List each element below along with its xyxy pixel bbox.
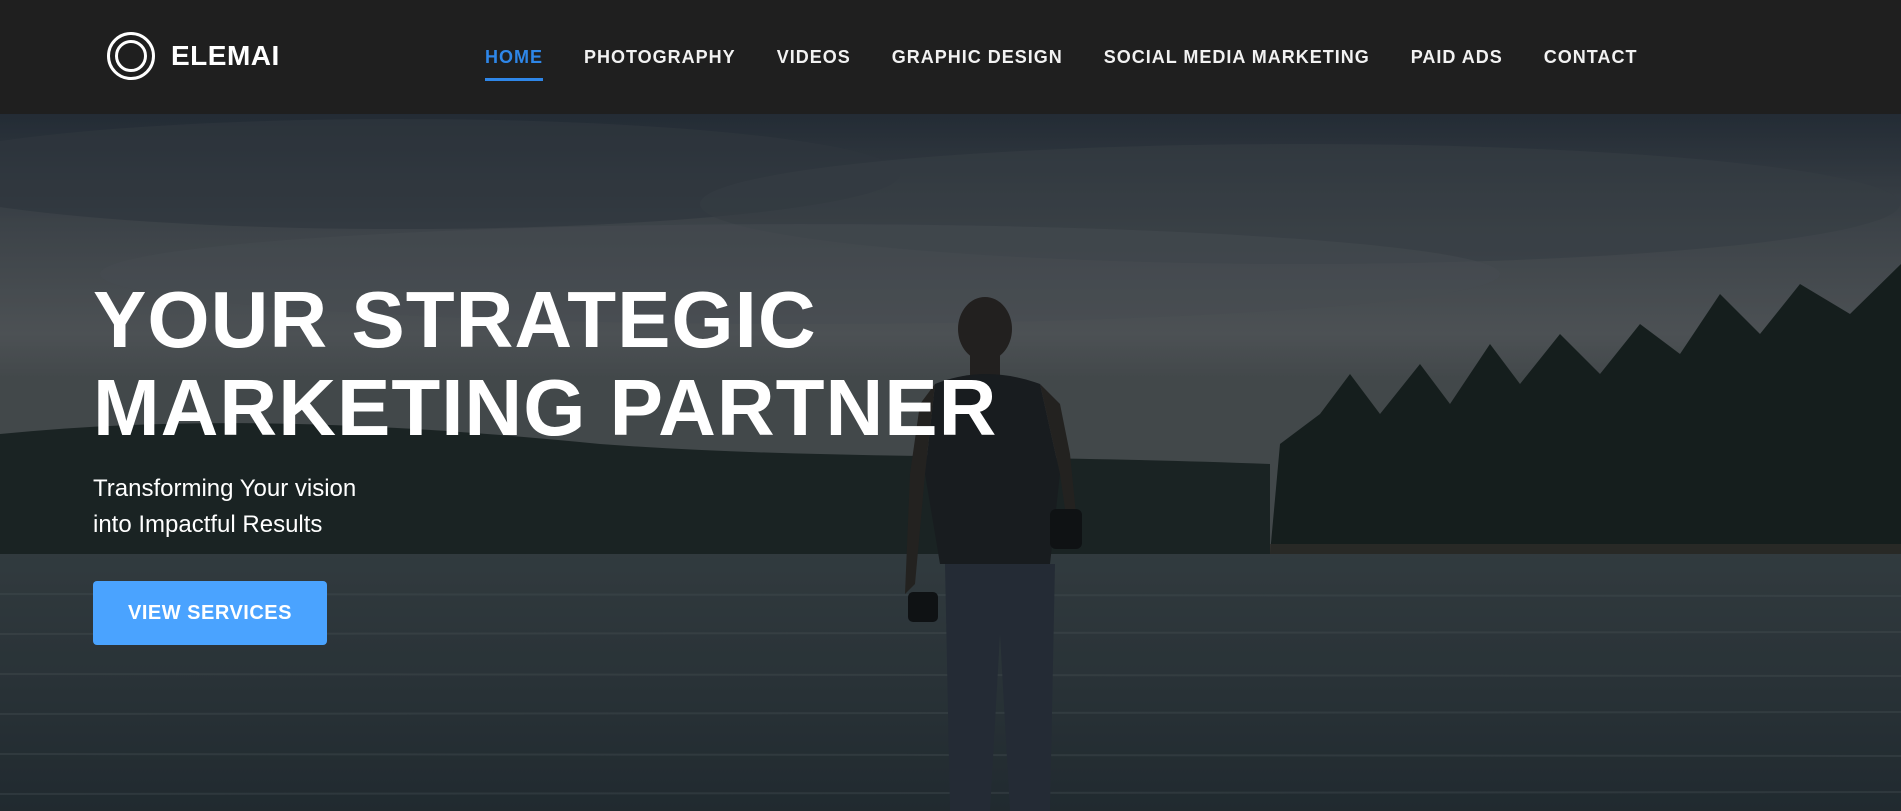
nav-item-paid-ads[interactable]: PAID ADS (1411, 39, 1503, 76)
main-nav: HOME PHOTOGRAPHY VIDEOS GRAPHIC DESIGN S… (485, 0, 1678, 114)
double-ring-logo-icon (107, 32, 155, 80)
nav-item-videos[interactable]: VIDEOS (777, 39, 851, 76)
hero-section: YOUR STRATEGIC MARKETING PARTNER Transfo… (0, 114, 1901, 811)
site-header: ELEMAI HOME PHOTOGRAPHY VIDEOS GRAPHIC D… (0, 0, 1901, 114)
nav-item-contact[interactable]: CONTACT (1544, 39, 1638, 76)
brand-name: ELEMAI (171, 40, 280, 71)
hero-title: YOUR STRATEGIC MARKETING PARTNER (93, 276, 1093, 452)
nav-item-social-media-marketing[interactable]: SOCIAL MEDIA MARKETING (1104, 39, 1370, 76)
hero-title-line: MARKETING PARTNER (93, 363, 998, 452)
nav-item-home[interactable]: HOME (485, 39, 543, 81)
hero-title-line: YOUR STRATEGIC (93, 275, 817, 364)
nav-item-graphic-design[interactable]: GRAPHIC DESIGN (892, 39, 1063, 76)
hero-overlay (0, 114, 1901, 811)
brand-logo[interactable]: ELEMAI (107, 32, 280, 80)
hero-subtitle: Transforming Your vision into Impactful … (93, 471, 493, 543)
hero-subtitle-line: into Impactful Results (93, 511, 323, 538)
view-services-button[interactable]: VIEW SERVICES (93, 581, 327, 645)
hero-subtitle-line: Transforming Your vision (93, 475, 357, 502)
nav-item-photography[interactable]: PHOTOGRAPHY (584, 39, 736, 76)
